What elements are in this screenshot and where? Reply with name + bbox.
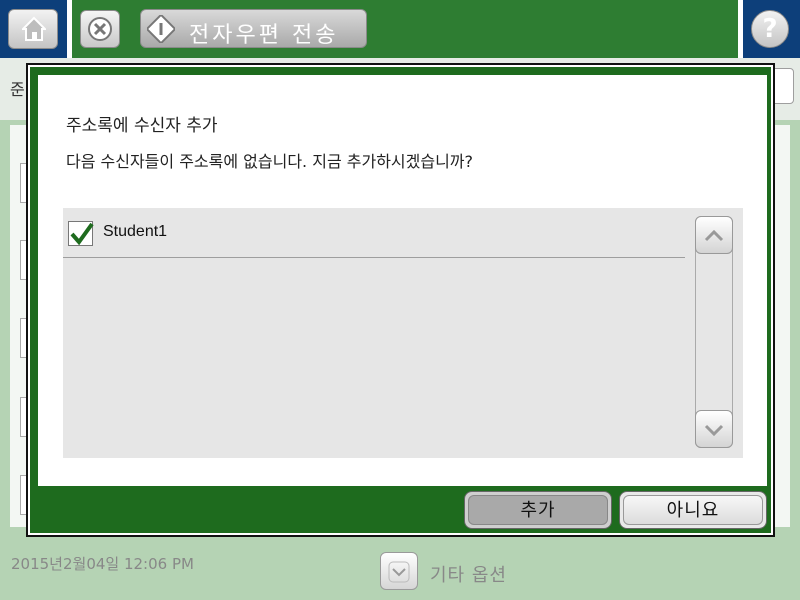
- recipient-label: Student1: [103, 223, 168, 240]
- dialog-message: 다음 수신자들이 주소록에 없습니다. 지금 추가하시겠습니까?: [66, 152, 474, 171]
- chevron-down-icon: [388, 561, 410, 583]
- chevron-down-icon: [704, 424, 724, 437]
- send-email-label: 전자우편 전송: [189, 23, 339, 48]
- no-button[interactable]: 아니요: [619, 491, 767, 529]
- dialog-body: 주소록에 수신자 추가 다음 수신자들이 주소록에 없습니다. 지금 추가하시겠…: [38, 75, 767, 486]
- list-item[interactable]: Student1: [63, 208, 685, 258]
- recipient-list: Student1: [63, 208, 743, 458]
- chevron-up-icon: [704, 229, 724, 242]
- dialog-frame: 주소록에 수신자 추가 다음 수신자들이 주소록에 없습니다. 지금 추가하시겠…: [30, 67, 771, 533]
- home-icon: [8, 9, 58, 49]
- cancel-button[interactable]: [80, 10, 120, 48]
- dialog-title: 주소록에 수신자 추가: [66, 116, 218, 136]
- help-button[interactable]: ?: [743, 0, 800, 58]
- scroll-down-button[interactable]: [695, 410, 733, 448]
- add-recipients-dialog: 주소록에 수신자 추가 다음 수신자들이 주소록에 없습니다. 지금 추가하시겠…: [26, 63, 775, 537]
- no-button-label: 아니요: [623, 495, 763, 525]
- recipient-checkbox[interactable]: [68, 221, 94, 246]
- scroll-up-button[interactable]: [695, 216, 733, 254]
- home-button[interactable]: [0, 0, 67, 58]
- start-icon: [147, 15, 175, 43]
- help-icon: ?: [751, 10, 789, 48]
- timestamp: 2015년2월04일 12:06 PM: [11, 555, 194, 573]
- more-options-button[interactable]: [380, 552, 418, 590]
- send-email-button[interactable]: 전자우편 전송: [140, 9, 367, 48]
- checkmark-icon: [70, 222, 94, 246]
- title-bar: 전자우편 전송: [72, 0, 738, 58]
- top-bar: 전자우편 전송 ?: [0, 0, 800, 58]
- add-button-label: 추가: [468, 495, 608, 525]
- cancel-icon: [88, 17, 112, 41]
- add-button[interactable]: 추가: [464, 491, 612, 529]
- background-partial-label: 준: [10, 80, 25, 99]
- more-options-label: 기타 옵션: [430, 565, 507, 586]
